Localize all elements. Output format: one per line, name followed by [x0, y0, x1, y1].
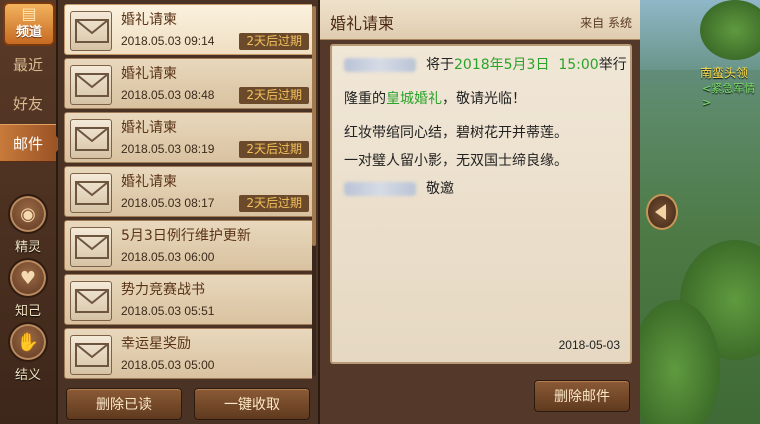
tab-recent[interactable]: 最近 — [0, 46, 56, 84]
heart-icon: ♥ — [8, 258, 48, 298]
mail-subject: 婚礼请柬 — [121, 120, 177, 136]
expire-badge: 2天后过期 — [239, 87, 309, 104]
mail-time: 2018.05.03 09:14 — [121, 34, 215, 48]
channel-button[interactable]: ▤ 频道 — [3, 2, 55, 46]
mail-item[interactable]: 婚礼请柬 2018.05.03 08:17 2天后过期 — [64, 166, 312, 217]
mail-time: 2018.05.03 06:00 — [121, 250, 215, 264]
sprite-icon: ◉ — [8, 194, 48, 234]
mail-detail-panel: 婚礼请柬 来自 系统 将于2018年5月3日 15:00举行 隆重的皇城婚礼，敬… — [320, 0, 640, 424]
mail-time: 2018.05.03 08:19 — [121, 142, 215, 156]
redacted-name — [344, 58, 416, 72]
channel-label: 频道 — [15, 25, 42, 40]
expire-badge: 2天后过期 — [239, 195, 309, 212]
mail-list-scrollbar[interactable] — [312, 6, 316, 376]
mail-subject: 婚礼请柬 — [121, 174, 177, 190]
scrollbar-thumb[interactable] — [312, 6, 316, 246]
mail-sender: 来自 系统 — [580, 16, 632, 30]
confidant-label: 知己 — [14, 304, 41, 319]
sprite-label: 精灵 — [14, 240, 41, 255]
mail-item[interactable]: 势力竞赛战书 2018.05.03 05:51 — [64, 274, 312, 325]
mail-line-5: 敬邀 — [344, 178, 454, 198]
delete-mail-button[interactable]: 删除邮件 — [534, 380, 630, 412]
game-scene: 南蛮头领 <紧急军情> — [640, 0, 760, 424]
collect-all-button[interactable]: 一键收取 — [194, 388, 310, 420]
mail-time: 2018.05.03 05:00 — [121, 358, 215, 372]
mail-item[interactable]: 婚礼请柬 2018.05.03 09:14 2天后过期 — [64, 4, 312, 55]
collapse-arrow-icon[interactable] — [646, 194, 678, 230]
channel-icon: ▤ — [21, 4, 37, 23]
mail-time: 2018.05.03 08:17 — [121, 196, 215, 210]
tab-friends[interactable]: 好友 — [0, 85, 56, 123]
mail-list-panel: 婚礼请柬 2018.05.03 09:14 2天后过期 婚礼请柬 2018.05… — [58, 0, 320, 424]
envelope-icon — [70, 65, 112, 105]
mail-subject: 势力竞赛战书 — [121, 282, 205, 298]
mail-item[interactable]: 婚礼请柬 2018.05.03 08:48 2天后过期 — [64, 58, 312, 109]
npc-subtitle: <紧急军情> — [702, 82, 756, 109]
mail-time: 2018.05.03 08:48 — [121, 88, 215, 102]
expire-badge: 2天后过期 — [239, 141, 309, 158]
mail-line-3: 红妆带绾同心结，碧树花开并蒂莲。 — [344, 125, 568, 141]
mail-item[interactable]: 婚礼请柬 2018.05.03 08:19 2天后过期 — [64, 112, 312, 163]
confidant-button[interactable]: ♥ 知己 — [7, 258, 49, 319]
redacted-name — [344, 182, 416, 196]
mail-subject: 幸运星奖励 — [121, 336, 191, 352]
wedding-event: 皇城婚礼 — [386, 91, 442, 107]
envelope-icon — [70, 119, 112, 159]
envelope-icon — [70, 335, 112, 375]
sprite-button[interactable]: ◉ 精灵 — [7, 194, 49, 255]
mail-body: 将于2018年5月3日 15:00举行 隆重的皇城婚礼，敬请光临！ 红妆带绾同心… — [330, 44, 632, 364]
mail-item[interactable]: 幸运星奖励 2018.05.03 05:00 — [64, 328, 312, 379]
wedding-time: 15:00 — [558, 57, 599, 73]
mail-subject: 婚礼请柬 — [121, 66, 177, 82]
handshake-icon: ✋ — [8, 322, 48, 362]
tab-mail[interactable]: 邮件 — [0, 124, 64, 162]
sworn-button[interactable]: ✋ 结义 — [7, 322, 49, 383]
envelope-icon — [70, 227, 112, 267]
mail-detail-header: 婚礼请柬 来自 系统 — [320, 0, 640, 40]
mail-detail-title: 婚礼请柬 — [330, 14, 395, 33]
wedding-date: 2018年5月3日 — [454, 57, 550, 73]
envelope-icon — [70, 281, 112, 321]
envelope-icon — [70, 173, 112, 213]
mail-line-2: 隆重的皇城婚礼，敬请光临！ — [344, 91, 526, 107]
npc-name[interactable]: 南蛮头领 — [700, 64, 748, 81]
mail-time: 2018.05.03 05:51 — [121, 304, 215, 318]
mail-date: 2018-05-03 — [558, 338, 620, 352]
delete-read-button[interactable]: 删除已读 — [66, 388, 182, 420]
mail-list[interactable]: 婚礼请柬 2018.05.03 09:14 2天后过期 婚礼请柬 2018.05… — [64, 4, 312, 380]
mail-subject: 5月3日例行维护更新 — [121, 228, 251, 244]
envelope-icon — [70, 11, 112, 51]
mail-line-1: 将于2018年5月3日 15:00举行 — [344, 54, 627, 74]
mail-item[interactable]: 5月3日例行维护更新 2018.05.03 06:00 — [64, 220, 312, 271]
left-rail: ▤ 频道 最近 好友 邮件 ◉ 精灵 ♥ 知己 ✋ 结义 — [0, 0, 64, 424]
mail-line-4: 一对璧人留小影，无双国士缔良缘。 — [344, 153, 568, 169]
sworn-label: 结义 — [14, 368, 41, 383]
mail-subject: 婚礼请柬 — [121, 12, 177, 28]
expire-badge: 2天后过期 — [239, 33, 309, 50]
